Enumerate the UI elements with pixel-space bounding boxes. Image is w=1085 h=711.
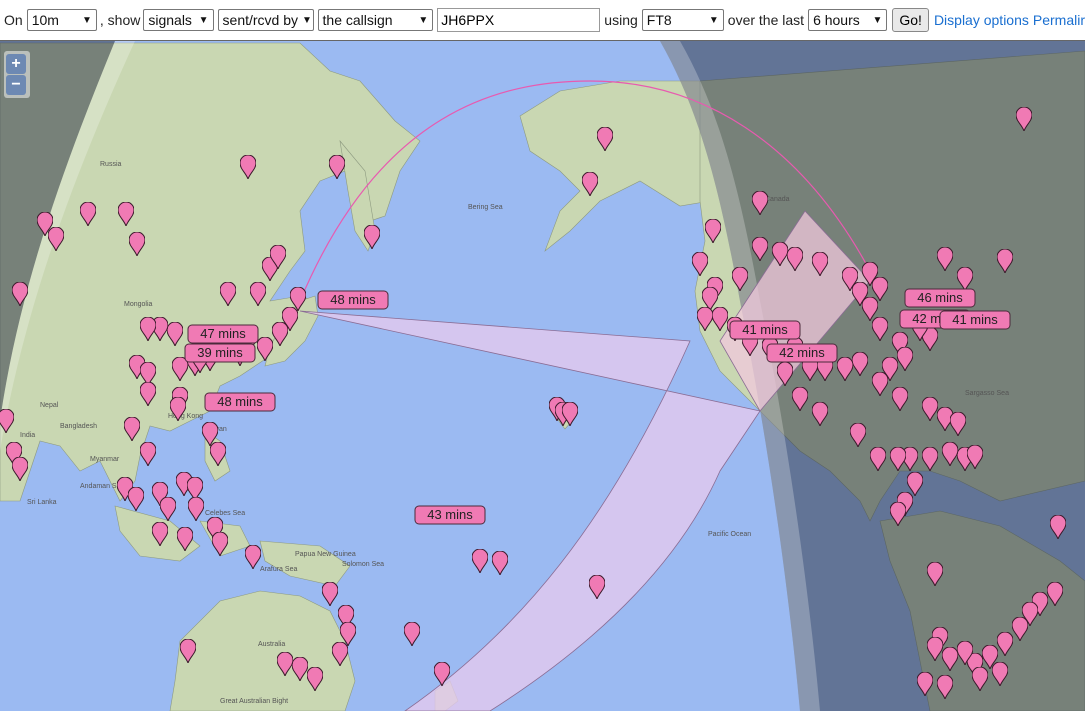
period-select[interactable]: 6 hours ▼ xyxy=(808,9,888,31)
chevron-down-icon: ▼ xyxy=(708,14,719,26)
spot-time-label[interactable]: 41 mins xyxy=(939,310,1011,330)
spot-time-label[interactable]: 43 mins xyxy=(414,505,486,525)
zoom-out-button[interactable]: − xyxy=(6,75,26,95)
place-bight: Great Australian Bight xyxy=(220,698,288,705)
spot-time-label-text: 39 mins xyxy=(197,345,243,360)
spot-time-label-text: 48 mins xyxy=(217,394,263,409)
chevron-down-icon: ▼ xyxy=(418,14,429,26)
place-srilanka: Sri Lanka xyxy=(27,499,57,506)
permalink-link[interactable]: Permalir xyxy=(1033,12,1085,28)
place-bengal: Bangladesh xyxy=(60,423,97,430)
place-celebes: Celebes Sea xyxy=(205,510,245,517)
show-select[interactable]: signals ▼ xyxy=(143,9,214,31)
spot-time-label[interactable]: 48 mins xyxy=(204,392,276,412)
show-label: , show xyxy=(99,12,141,28)
zoom-in-button[interactable]: + xyxy=(6,54,26,74)
target-type-select[interactable]: the callsign ▼ xyxy=(317,9,434,31)
spot-time-label-text: 48 mins xyxy=(330,292,376,307)
display-options-link[interactable]: Display options xyxy=(934,12,1029,28)
zoom-control: + − xyxy=(4,51,30,98)
place-solomon: Solomon Sea xyxy=(342,561,384,568)
spot-time-label[interactable]: 39 mins xyxy=(184,343,256,363)
over-label: over the last xyxy=(727,12,805,28)
place-arafura: Arafura Sea xyxy=(260,566,297,573)
place-mongolia: Mongolia xyxy=(124,301,153,308)
spot-time-label[interactable]: 47 mins xyxy=(187,324,259,344)
period-value: 6 hours xyxy=(813,12,860,28)
place-papua: Papua New Guinea xyxy=(295,551,356,558)
spot-time-label-text: 41 mins xyxy=(742,322,788,337)
place-bering: Bering Sea xyxy=(468,204,503,211)
direction-value: sent/rcvd by xyxy=(222,12,299,28)
place-india: India xyxy=(20,432,35,439)
place-nepal: Nepal xyxy=(40,402,59,409)
chevron-down-icon: ▼ xyxy=(198,14,209,26)
spot-time-label-text: 42 mins xyxy=(779,345,825,360)
place-russia: Russia xyxy=(100,161,122,168)
direction-select[interactable]: sent/rcvd by ▼ xyxy=(217,9,314,31)
on-label: On xyxy=(4,12,23,28)
place-canada: Canada xyxy=(765,196,790,203)
map[interactable]: Russia Mongolia India Bangladesh Myanmar… xyxy=(0,40,1085,711)
mode-value: FT8 xyxy=(646,12,672,28)
band-value: 10m xyxy=(31,12,59,28)
band-select[interactable]: 10m ▼ xyxy=(26,9,97,31)
using-label: using xyxy=(604,12,638,28)
place-australia: Australia xyxy=(258,641,285,648)
map-canvas[interactable]: Russia Mongolia India Bangladesh Myanmar… xyxy=(0,41,1085,711)
spot-time-label[interactable]: 42 mins xyxy=(766,343,838,363)
chevron-down-icon: ▼ xyxy=(81,14,92,26)
chevron-down-icon: ▼ xyxy=(302,14,312,26)
spot-time-label-text: 46 mins xyxy=(917,290,963,305)
callsign-input[interactable] xyxy=(437,8,601,32)
mode-select[interactable]: FT8 ▼ xyxy=(641,9,724,31)
go-button[interactable]: Go! xyxy=(892,8,929,32)
controls-bar: On 10m ▼ , show signals ▼ sent/rcvd by ▼ th… xyxy=(0,0,1085,40)
target-type-value: the callsign xyxy=(322,12,393,28)
show-value: signals xyxy=(148,12,192,28)
spot-time-label[interactable]: 41 mins xyxy=(729,320,801,340)
place-pacific: Pacific Ocean xyxy=(708,531,751,538)
spot-time-label-text: 43 mins xyxy=(427,507,473,522)
place-hongkong: Hong Kong xyxy=(168,413,203,420)
spot-time-label[interactable]: 48 mins xyxy=(317,290,389,310)
spot-time-label-text: 47 mins xyxy=(200,326,246,341)
chevron-down-icon: ▼ xyxy=(872,14,883,26)
spot-time-label-text: 41 mins xyxy=(952,312,998,327)
place-sargasso: Sargasso Sea xyxy=(965,390,1009,397)
spot-time-label[interactable]: 46 mins xyxy=(904,288,976,308)
place-myanmar: Myanmar xyxy=(90,456,120,463)
